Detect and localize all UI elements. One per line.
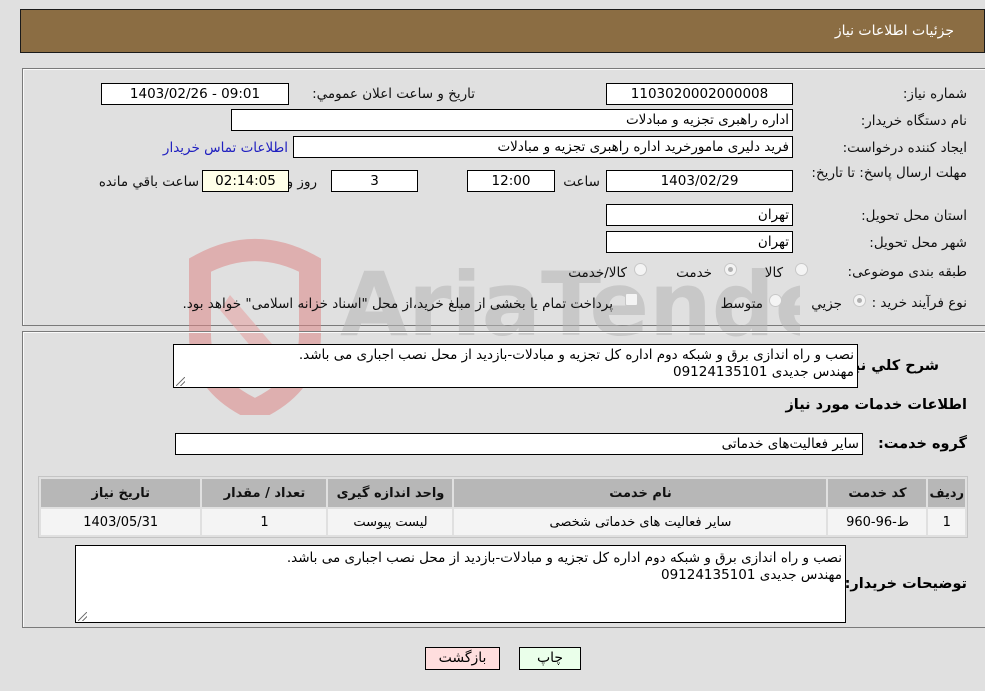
time-remaining-field: 02:14:05 bbox=[202, 170, 289, 192]
purchase-type-option-medium: متوسط bbox=[720, 296, 763, 312]
time-remaining-label: ساعت باقي مانده bbox=[98, 174, 199, 190]
category-radio-goods-service[interactable] bbox=[634, 263, 647, 276]
city-field[interactable]: تهران bbox=[606, 231, 793, 253]
cell-service-code: ط-96-960 bbox=[828, 509, 927, 535]
buyer-org-field[interactable]: اداره راهبری تجزیه و مبادلات bbox=[231, 109, 793, 131]
page-title: جزئیات اطلاعات نیاز bbox=[834, 23, 954, 39]
buyer-contact-link[interactable]: اطلاعات تماس خریدار bbox=[163, 140, 288, 156]
province-field[interactable]: تهران bbox=[606, 204, 793, 226]
services-table: ردیف کد خدمت نام خدمت واحد اندازه گیری ت… bbox=[38, 476, 968, 538]
category-option-goods-service: کالا/خدمت bbox=[568, 265, 627, 281]
requester-label: ایجاد کننده درخواست: bbox=[842, 140, 967, 156]
purchase-type-label: نوع فرآیند خرید : bbox=[871, 295, 967, 311]
need-number-field[interactable]: 1103020002000008 bbox=[606, 83, 793, 105]
category-radio-service[interactable] bbox=[724, 263, 737, 276]
need-details-panel bbox=[22, 68, 985, 326]
cell-service-name: سایر فعالیت های خدماتی شخصی bbox=[454, 509, 827, 535]
print-button[interactable]: چاپ bbox=[519, 647, 581, 670]
purchase-type-radio-minor[interactable] bbox=[853, 294, 866, 307]
cell-need-date: 1403/05/31 bbox=[41, 509, 201, 535]
category-radio-goods[interactable] bbox=[795, 263, 808, 276]
back-button[interactable]: بازگشت bbox=[425, 647, 500, 670]
treasury-checkbox[interactable] bbox=[625, 293, 638, 306]
deadline-time-field[interactable]: 12:00 bbox=[467, 170, 555, 192]
buyer-notes-label: توضیحات خریدار: bbox=[844, 576, 967, 592]
requester-field[interactable]: فرید دلیری مامورخرید اداره راهبری تجزیه … bbox=[293, 136, 793, 158]
description-textarea[interactable]: نصب و راه اندازی برق و شبکه دوم اداره کل… bbox=[173, 344, 858, 388]
buyer-org-label: نام دستگاه خریدار: bbox=[860, 113, 967, 129]
col-header-need-date: تاریخ نیاز bbox=[41, 479, 201, 507]
services-section-title: اطلاعات خدمات مورد نیاز bbox=[785, 397, 967, 413]
resize-grip-icon[interactable] bbox=[176, 377, 185, 386]
announce-datetime-field[interactable]: 1403/02/26 - 09:01 bbox=[101, 83, 289, 105]
announce-datetime-label: تاريخ و ساعت اعلان عمومي: bbox=[312, 86, 475, 102]
table-row: 1 ط-96-960 سایر فعالیت های خدماتی شخصی ل… bbox=[41, 509, 965, 535]
cell-row-number: 1 bbox=[928, 509, 965, 535]
cell-quantity: 1 bbox=[202, 509, 327, 535]
deadline-label: مهلت ارسال پاسخ: تا تاریخ: bbox=[811, 165, 967, 181]
category-option-service: خدمت bbox=[676, 265, 712, 281]
col-header-unit: واحد اندازه گیری bbox=[328, 479, 453, 507]
col-header-quantity: تعداد / مقدار bbox=[202, 479, 327, 507]
page-header: جزئیات اطلاعات نیاز bbox=[20, 9, 985, 53]
description-line-1: نصب و راه اندازی برق و شبکه دوم اداره کل… bbox=[298, 347, 854, 363]
service-group-field[interactable]: سایر فعالیت‌های خدماتی bbox=[175, 433, 863, 455]
purchase-type-option-minor: جزيي bbox=[811, 296, 842, 312]
province-label: استان محل تحویل: bbox=[861, 208, 967, 224]
need-number-label: شماره نیاز: bbox=[902, 86, 967, 102]
buyer-notes-line-2: مهندس جدیدی 09124135101 bbox=[660, 567, 842, 583]
treasury-note: پرداخت تمام یا بخشی از مبلغ خرید،از محل … bbox=[182, 296, 613, 312]
deadline-date-field[interactable]: 1403/02/29 bbox=[606, 170, 793, 192]
buyer-notes-line-1: نصب و راه اندازی برق و شبکه دوم اداره کل… bbox=[286, 550, 842, 566]
service-group-label: گروه خدمت: bbox=[877, 436, 967, 452]
resize-grip-icon[interactable] bbox=[78, 612, 87, 621]
days-remaining-field[interactable]: 3 bbox=[331, 170, 418, 192]
purchase-type-radio-medium[interactable] bbox=[769, 294, 782, 307]
col-header-service-code: کد خدمت bbox=[828, 479, 927, 507]
description-line-2: مهندس جدیدی 09124135101 bbox=[672, 364, 854, 380]
col-header-row-number: ردیف bbox=[928, 479, 965, 507]
days-label: روز و bbox=[286, 174, 317, 190]
cell-unit: لیست پیوست bbox=[328, 509, 453, 535]
category-label: طبقه بندی موضوعی: bbox=[847, 264, 967, 280]
col-header-service-name: نام خدمت bbox=[454, 479, 827, 507]
deadline-time-label: ساعت bbox=[563, 174, 600, 190]
buyer-notes-textarea[interactable]: نصب و راه اندازی برق و شبکه دوم اداره کل… bbox=[75, 545, 846, 623]
category-option-goods: کالا bbox=[764, 265, 783, 281]
table-header-row: ردیف کد خدمت نام خدمت واحد اندازه گیری ت… bbox=[41, 479, 965, 507]
city-label: شهر محل تحویل: bbox=[869, 235, 967, 251]
